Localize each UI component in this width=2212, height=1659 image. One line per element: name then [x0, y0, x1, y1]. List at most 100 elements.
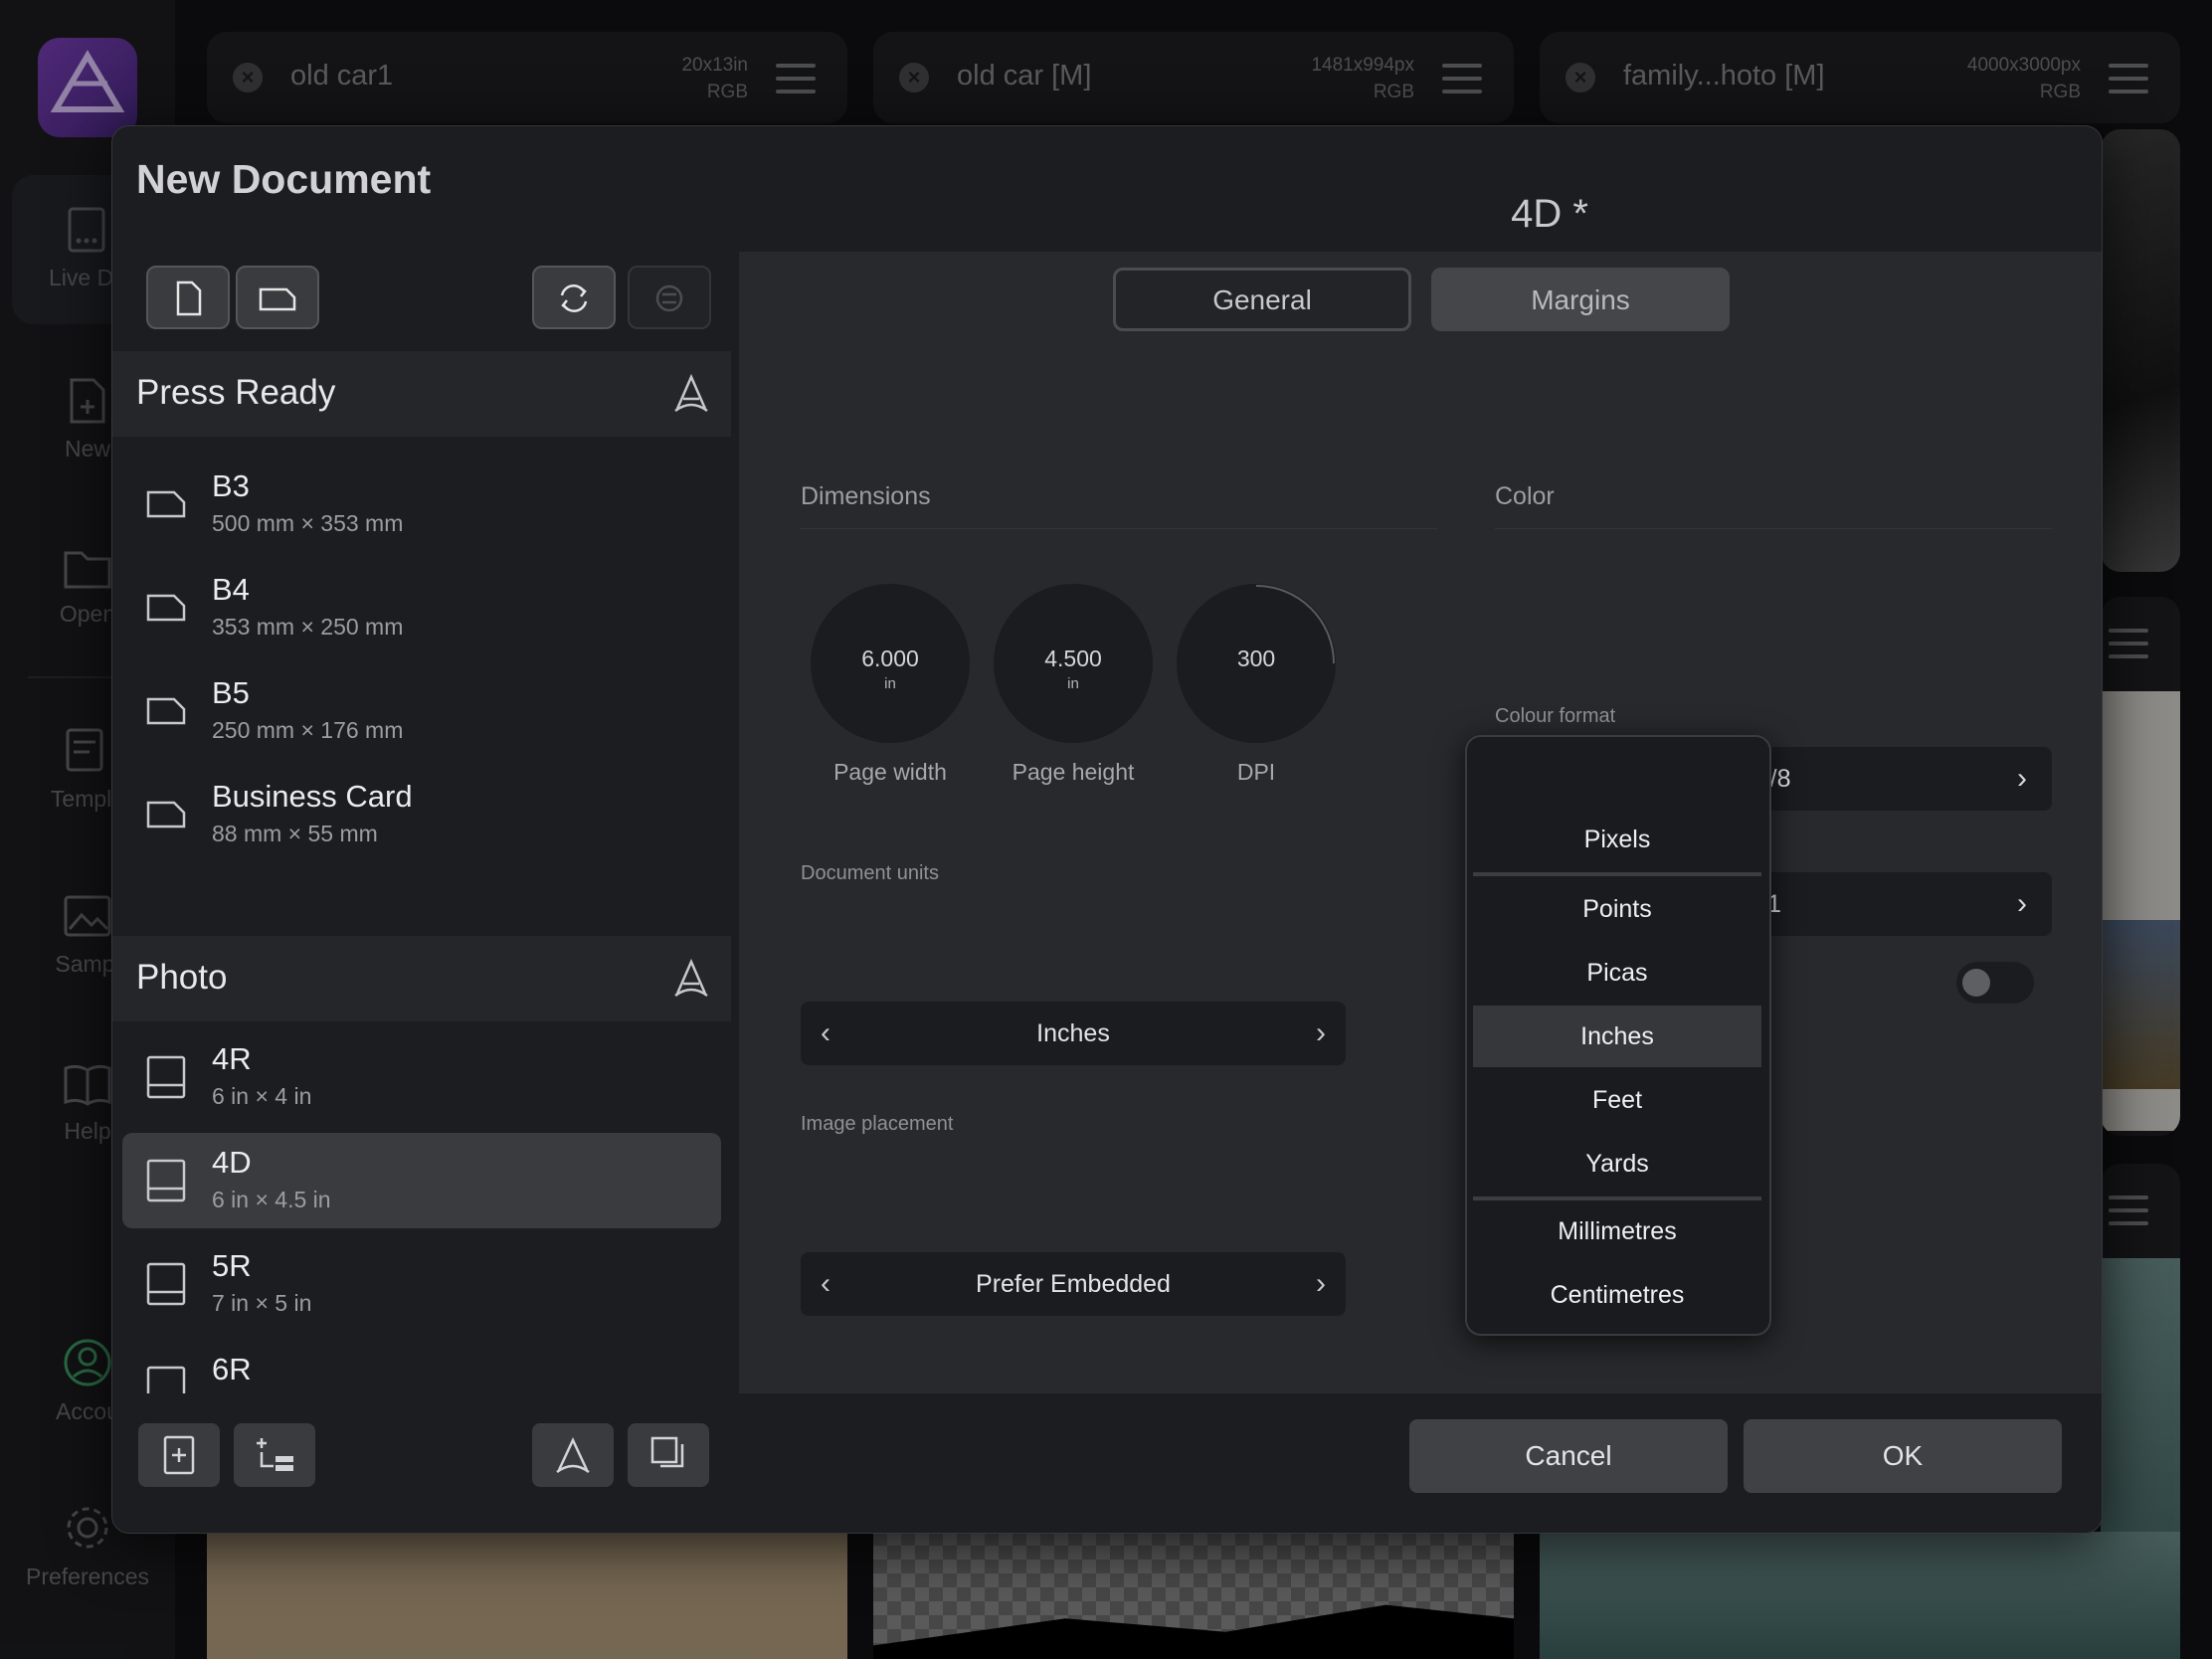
dpi-label: DPI	[1236, 759, 1276, 785]
preset-panel: Press Ready B3 500 mm × 353 mm B4 353 mm…	[112, 252, 739, 1393]
photo-page-icon	[146, 1159, 186, 1202]
document-units-value: Inches	[1036, 1019, 1110, 1047]
preset-item[interactable]: Business Card 88 mm × 55 mm	[122, 767, 721, 862]
preset-item[interactable]: B5 250 mm × 176 mm	[122, 663, 721, 759]
transparent-background-toggle[interactable]	[1956, 962, 2034, 1004]
dimensions-heading: Dimensions	[801, 482, 931, 510]
preset-name: B5	[212, 675, 250, 710]
document-units-stepper[interactable]: ‹ Inches ›	[801, 1002, 1346, 1065]
unit-option-millimetres[interactable]: Millimetres	[1473, 1200, 1761, 1262]
dialog-footer: Cancel OK	[112, 1393, 2102, 1533]
preset-name: 4R	[212, 1041, 252, 1076]
duplicate-icon	[650, 1436, 684, 1468]
photo-page-icon	[146, 1055, 186, 1099]
press-ready-icon	[674, 373, 708, 413]
color-heading: Color	[1495, 482, 1555, 510]
preset-size: 6 in × 4 in	[212, 1083, 312, 1109]
add-preset-button[interactable]	[138, 1423, 220, 1487]
preset-size: 88 mm × 55 mm	[212, 821, 378, 846]
chevron-right-icon: ›	[2017, 762, 2027, 795]
unit-option-picas[interactable]: Picas	[1473, 942, 1761, 1004]
preset-name: B3	[212, 468, 250, 503]
landscape-page-icon	[146, 594, 186, 622]
add-category-button[interactable]	[234, 1423, 315, 1487]
tab-margins[interactable]: Margins	[1431, 268, 1730, 331]
unit-option-centimetres[interactable]: Centimetres	[1473, 1264, 1761, 1326]
settings-sync-icon	[655, 284, 683, 312]
image-placement-value: Prefer Embedded	[976, 1270, 1171, 1298]
unit-option-inches[interactable]: Inches	[1473, 1006, 1761, 1067]
page-width-label: Page width	[833, 759, 947, 785]
section-header-photo[interactable]: Photo	[112, 936, 731, 1021]
preset-size: 353 mm × 250 mm	[212, 614, 404, 640]
divider	[1473, 872, 1761, 876]
preset-name: 4D	[212, 1145, 252, 1180]
divider	[801, 528, 1437, 529]
preset-size: 6 in × 4.5 in	[212, 1187, 331, 1212]
page-height-label: Page height	[1012, 759, 1135, 785]
sync-icon	[560, 284, 588, 312]
landscape-page-icon	[146, 801, 186, 829]
preset-item-selected[interactable]: 4D 6 in × 4.5 in	[122, 1133, 721, 1228]
page-width-unit: in	[884, 675, 896, 692]
landscape-page-icon	[259, 287, 296, 311]
duplicate-button[interactable]	[628, 1423, 709, 1487]
chevron-right-icon[interactable]: ›	[1296, 1002, 1346, 1065]
portrait-orientation-button[interactable]	[146, 266, 230, 329]
chevron-right-icon[interactable]: ›	[1296, 1252, 1346, 1316]
add-category-icon	[257, 1438, 293, 1471]
unit-option-pixels[interactable]: Pixels	[1473, 809, 1761, 870]
unit-option-feet[interactable]: Feet	[1473, 1069, 1761, 1131]
cancel-button[interactable]: Cancel	[1409, 1419, 1728, 1493]
preset-item[interactable]: B4 353 mm × 250 mm	[122, 560, 721, 655]
dialog-title: New Document	[136, 156, 432, 202]
landscape-page-icon	[146, 490, 186, 518]
divider	[1495, 528, 2052, 529]
sync-presets-button[interactable]	[532, 266, 616, 329]
unit-option-yards[interactable]: Yards	[1473, 1133, 1761, 1195]
preset-options-button[interactable]	[628, 266, 711, 329]
preset-item[interactable]: B3 500 mm × 353 mm	[122, 457, 721, 552]
landscape-page-icon	[146, 697, 186, 725]
preset-size: 7 in × 5 in	[212, 1290, 312, 1316]
preset-item[interactable]: 5R 7 in × 5 in	[122, 1236, 721, 1332]
dpi-value: 300	[1236, 645, 1276, 671]
preset-name: 5R	[212, 1248, 252, 1283]
press-ready-icon	[556, 1437, 590, 1474]
portrait-page-icon	[176, 280, 202, 316]
document-units-label: Document units	[801, 862, 939, 884]
dpi-dial[interactable]: 300	[1177, 584, 1336, 743]
preset-name: Business Card	[212, 779, 413, 814]
photo-page-icon	[146, 1262, 186, 1306]
section-label: Photo	[136, 958, 228, 997]
document-units-popup: Pixels Points Picas Inches Feet Yards Mi…	[1465, 735, 1771, 1336]
page-width-value: 6.000	[861, 645, 919, 671]
preset-name: 6R	[212, 1352, 252, 1386]
section-header-press-ready[interactable]: Press Ready	[112, 351, 731, 437]
new-document-dialog: New Document 4D * Press Ready B3 500 mm …	[111, 125, 2103, 1534]
press-ready-icon	[674, 958, 708, 998]
page-height-value: 4.500	[1044, 645, 1102, 671]
landscape-orientation-button[interactable]	[236, 266, 319, 329]
unit-option-points[interactable]: Points	[1473, 878, 1761, 940]
toggle-knob	[1962, 969, 1990, 997]
preset-size: 500 mm × 353 mm	[212, 510, 404, 536]
page-height-dial[interactable]: 4.500 in	[994, 584, 1153, 743]
preset-item[interactable]: 6R	[122, 1340, 721, 1393]
settings-panel: General Margins Dimensions 6.000 in Page…	[739, 252, 2102, 1393]
image-placement-stepper[interactable]: ‹ Prefer Embedded ›	[801, 1252, 1346, 1316]
chevron-right-icon: ›	[2017, 887, 2027, 920]
image-placement-label: Image placement	[801, 1113, 954, 1135]
preset-name: 4D *	[1511, 192, 1588, 236]
add-preset-icon	[163, 1435, 195, 1475]
press-ready-button[interactable]	[532, 1423, 614, 1487]
section-label: Press Ready	[136, 373, 336, 412]
tab-general[interactable]: General	[1113, 268, 1411, 331]
preset-item[interactable]: 4R 6 in × 4 in	[122, 1029, 721, 1125]
page-width-dial[interactable]: 6.000 in	[811, 584, 970, 743]
page-height-unit: in	[1067, 675, 1079, 692]
preset-size: 250 mm × 176 mm	[212, 717, 404, 743]
ok-button[interactable]: OK	[1744, 1419, 2062, 1493]
colour-format-label: Colour format	[1495, 705, 1616, 727]
preset-name: B4	[212, 572, 250, 607]
